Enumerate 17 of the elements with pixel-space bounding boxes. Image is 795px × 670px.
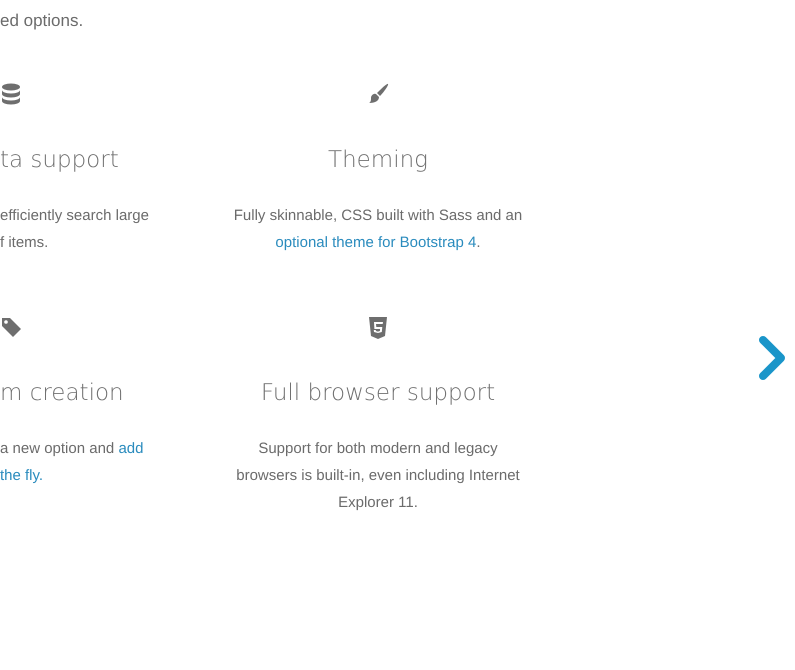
description-text: a new option and add [0,439,144,459]
description-text: efficiently search large [0,206,149,226]
description-link[interactable]: the fly. [0,467,44,484]
description-text: optional theme for Bootstrap 4. [275,233,481,253]
description-text: Support for both modern and legacy [258,439,498,459]
description-link[interactable]: optional theme for Bootstrap 4 [275,234,476,251]
feature-title: Full browser support [260,379,496,408]
description-text: f items. [0,233,48,253]
description-text: browsers is built-in, even including Internet [236,466,520,486]
next-arrow-button[interactable] [757,335,787,381]
description-text: Fully skinnable, CSS built with Sass and an [234,206,522,226]
feature-title: ta support [0,146,119,175]
description-link[interactable]: add [118,440,144,457]
feature-title: m creation [0,379,124,408]
intro-text: ed options. [0,10,84,32]
feature-title: Theming [328,146,428,175]
description-text: Explorer 11. [338,493,418,513]
